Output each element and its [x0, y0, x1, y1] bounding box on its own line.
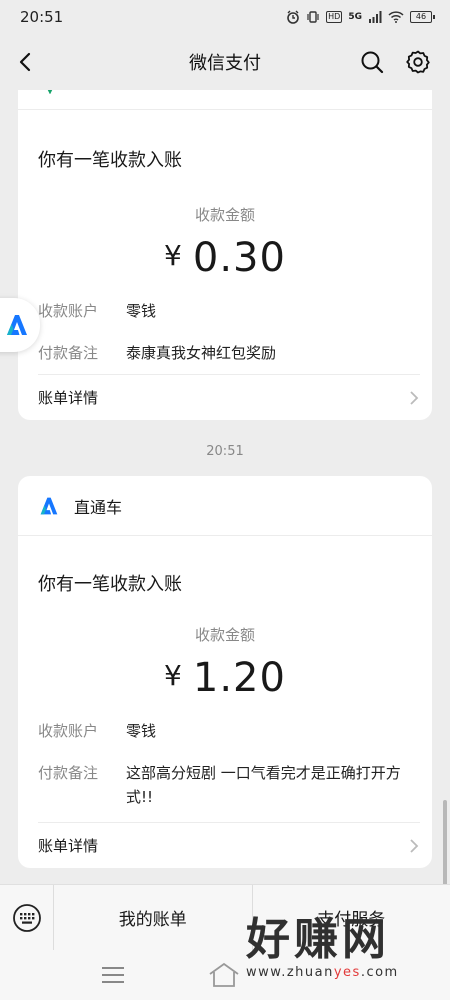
chevron-right-icon — [410, 838, 419, 853]
remark-label: 付款备注 — [38, 764, 99, 782]
back-icon[interactable] — [12, 48, 40, 76]
hd-badge: HD — [326, 11, 343, 23]
amount-value: ¥1.20 — [18, 655, 432, 701]
menu-icon[interactable] — [100, 964, 126, 986]
top-nav: 微信支付 — [0, 34, 450, 90]
payment-card: 你有一笔收款入账 收款金额 ¥0.30 收款账户 零钱 付款备注 泰康真我女神红… — [18, 90, 432, 420]
ztc-logo-icon — [40, 497, 58, 514]
app-name: 直通车 — [74, 497, 123, 517]
home-icon[interactable] — [206, 962, 242, 988]
currency-symbol: ¥ — [164, 239, 183, 272]
watermark: 好赚网 www.zhuanyes.com — [246, 915, 442, 991]
page-title: 微信支付 — [189, 53, 261, 74]
status-time: 20:51 — [20, 8, 64, 26]
bill-detail-label: 账单详情 — [38, 389, 99, 407]
amount-label: 收款金额 — [194, 626, 255, 644]
account-row: 收款账户 零钱 — [18, 299, 432, 323]
watermark-url: www.zhuanyes.com — [246, 965, 399, 980]
remark-value: 泰康真我女神红包奖励 — [126, 344, 277, 362]
amount-number: 1.20 — [192, 655, 286, 701]
chevron-right-icon — [410, 390, 419, 405]
account-row: 收款账户 零钱 — [18, 719, 432, 743]
ztc-logo-icon — [7, 315, 27, 335]
bill-detail-link[interactable]: 账单详情 — [38, 374, 420, 420]
amount-label: 收款金额 — [194, 206, 255, 224]
alarm-icon — [287, 10, 299, 24]
signal-icon — [369, 11, 382, 23]
message-timestamp: 20:51 — [206, 444, 244, 459]
watermark-title: 好赚网 — [246, 914, 390, 965]
currency-symbol: ¥ — [164, 659, 183, 692]
bill-detail-label: 账单详情 — [38, 837, 99, 855]
tab-my-bills[interactable]: 我的账单 — [54, 885, 252, 951]
card-header[interactable]: 直通车 — [18, 476, 432, 536]
vibrate-icon — [307, 11, 319, 23]
remark-row: 付款备注 泰康真我女神红包奖励 — [18, 341, 432, 365]
card-notice: 你有一笔收款入账 — [38, 574, 182, 595]
remark-label: 付款备注 — [38, 344, 99, 362]
account-label: 收款账户 — [38, 722, 99, 740]
account-label: 收款账户 — [38, 302, 99, 320]
keyboard-icon — [12, 903, 41, 932]
remark-row: 付款备注 这部高分短剧 一口气看完才是正确打开方式!! — [18, 761, 432, 809]
status-icons: HD 5G 46 — [286, 10, 435, 24]
amount-value: ¥0.30 — [18, 235, 432, 281]
amount-number: 0.30 — [192, 235, 286, 281]
search-icon[interactable] — [358, 48, 386, 76]
account-value: 零钱 — [126, 302, 157, 320]
account-value: 零钱 — [126, 722, 157, 740]
gear-icon[interactable] — [404, 48, 432, 76]
bill-detail-link[interactable]: 账单详情 — [38, 822, 420, 868]
remark-value: 这部高分短剧 一口气看完才是正确打开方式!! — [126, 764, 401, 806]
keyboard-toggle-button[interactable] — [0, 884, 54, 951]
wifi-icon — [388, 11, 404, 23]
scrollbar[interactable] — [443, 800, 447, 886]
app-logo-icon — [47, 90, 53, 94]
status-bar: 20:51 HD 5G 46 — [0, 0, 450, 34]
network-label: 5G — [348, 12, 362, 22]
battery-icon: 46 — [410, 11, 435, 23]
payment-card: 直通车 你有一笔收款入账 收款金额 ¥1.20 收款账户 零钱 付款备注 这部高… — [18, 476, 432, 868]
card-header-cut — [18, 90, 432, 110]
card-notice: 你有一笔收款入账 — [38, 150, 182, 171]
